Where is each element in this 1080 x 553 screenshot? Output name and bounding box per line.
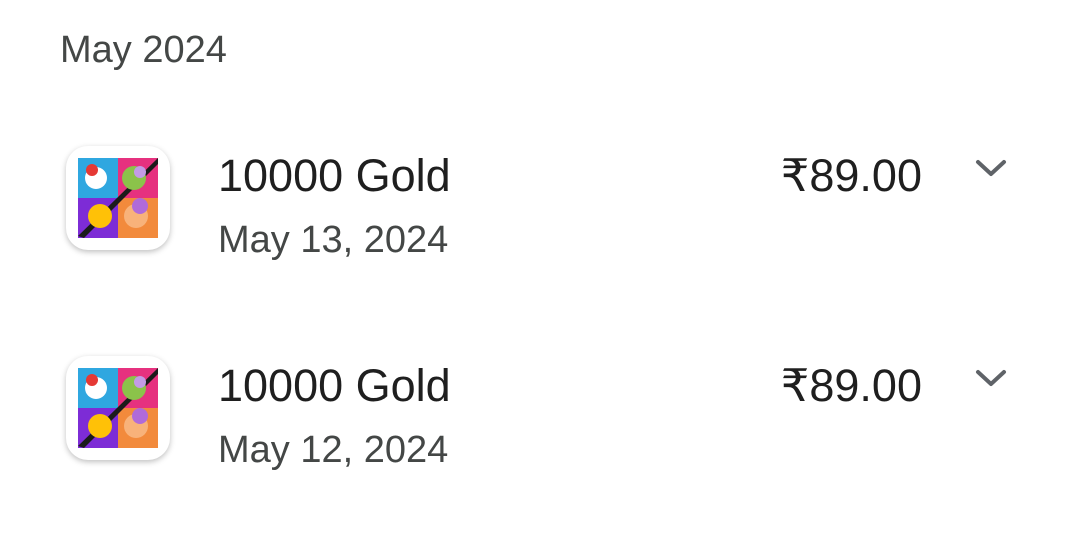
item-title: 10000 Gold (218, 360, 451, 411)
purchase-date: May 12, 2024 (218, 429, 449, 471)
section-header: May 2024 (60, 29, 227, 71)
item-title: 10000 Gold (218, 150, 451, 201)
purchase-date: May 13, 2024 (218, 219, 449, 261)
game-app-icon (66, 146, 170, 250)
purchase-row[interactable]: 10000 Gold May 12, 2024 ₹89.00 (0, 340, 1080, 480)
chevron-down-icon (976, 370, 1006, 386)
item-price: ₹89.00 (780, 150, 922, 201)
expand-button[interactable] (966, 358, 1016, 398)
expand-button[interactable] (966, 148, 1016, 188)
item-price: ₹89.00 (780, 360, 922, 411)
game-app-icon (66, 356, 170, 460)
chevron-down-icon (976, 160, 1006, 176)
purchase-row[interactable]: 10000 Gold May 13, 2024 ₹89.00 (0, 130, 1080, 270)
